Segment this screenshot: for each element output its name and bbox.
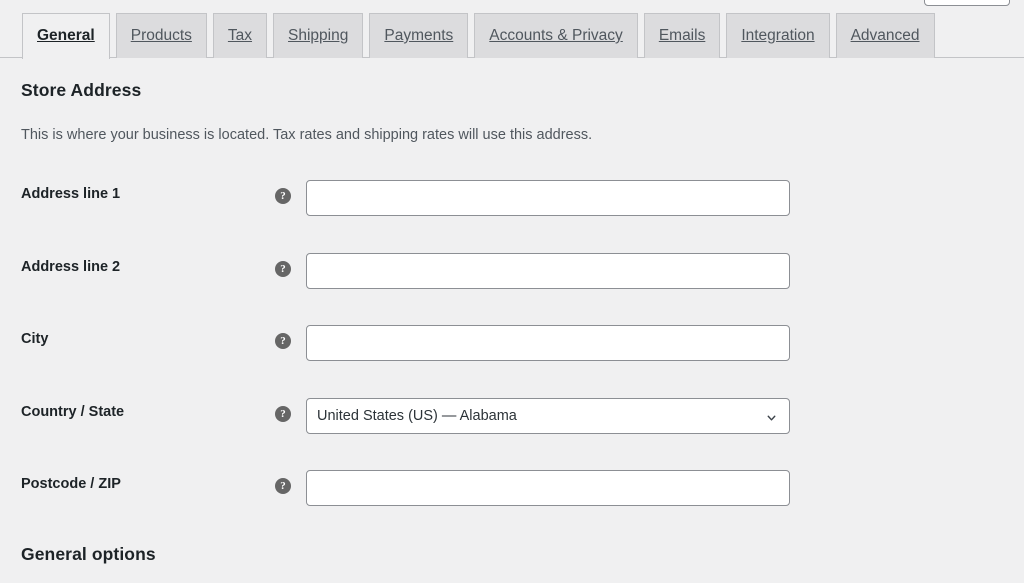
- form-row-address-line-2: Address line 2 ?: [0, 243, 1024, 316]
- form-row-postcode-zip: Postcode / ZIP ?: [0, 460, 1024, 533]
- input-city[interactable]: [306, 325, 790, 361]
- tab-advanced[interactable]: Advanced: [836, 13, 935, 58]
- label-city: City: [21, 331, 48, 347]
- help-icon-city[interactable]: ?: [275, 333, 291, 349]
- chevron-down-icon: [765, 412, 778, 425]
- tab-payments[interactable]: Payments: [369, 13, 468, 58]
- help-icon-country-state[interactable]: ?: [275, 406, 291, 422]
- select-country-state[interactable]: United States (US) — Alabama: [306, 398, 790, 434]
- form-row-city: City ?: [0, 315, 1024, 388]
- help-icon-address-line-1[interactable]: ?: [275, 188, 291, 204]
- label-country-state: Country / State: [21, 404, 124, 420]
- settings-tab-bar: GeneralProductsTaxShippingPaymentsAccoun…: [0, 0, 1024, 58]
- form-row-address-line-1: Address line 1 ?: [0, 170, 1024, 243]
- select-country-state-value: United States (US) — Alabama: [317, 408, 517, 424]
- input-address-line-1[interactable]: [306, 180, 790, 216]
- tab-tax[interactable]: Tax: [213, 13, 267, 58]
- label-postcode-zip: Postcode / ZIP: [21, 476, 121, 492]
- tab-emails[interactable]: Emails: [644, 13, 721, 58]
- tab-general[interactable]: General: [22, 13, 110, 59]
- store-address-description: This is where your business is located. …: [21, 125, 592, 147]
- input-postcode-zip[interactable]: [306, 470, 790, 506]
- form-row-country-state: Country / State ? United States (US) — A…: [0, 388, 1024, 461]
- general-options-heading: General options: [21, 544, 156, 565]
- input-address-line-2[interactable]: [306, 253, 790, 289]
- store-address-form: Address line 1 ? Address line 2 ? City ?…: [0, 170, 1024, 533]
- help-icon-postcode-zip[interactable]: ?: [275, 478, 291, 494]
- label-address-line-2: Address line 2: [21, 259, 120, 275]
- tab-products[interactable]: Products: [116, 13, 207, 58]
- tab-integration[interactable]: Integration: [726, 13, 829, 58]
- tab-accounts-privacy[interactable]: Accounts & Privacy: [474, 13, 638, 58]
- store-address-heading: Store Address: [21, 80, 141, 101]
- woocommerce-settings-screen: GeneralProductsTaxShippingPaymentsAccoun…: [0, 0, 1024, 583]
- tab-shipping[interactable]: Shipping: [273, 13, 363, 58]
- label-address-line-1: Address line 1: [21, 186, 120, 202]
- help-icon-address-line-2[interactable]: ?: [275, 261, 291, 277]
